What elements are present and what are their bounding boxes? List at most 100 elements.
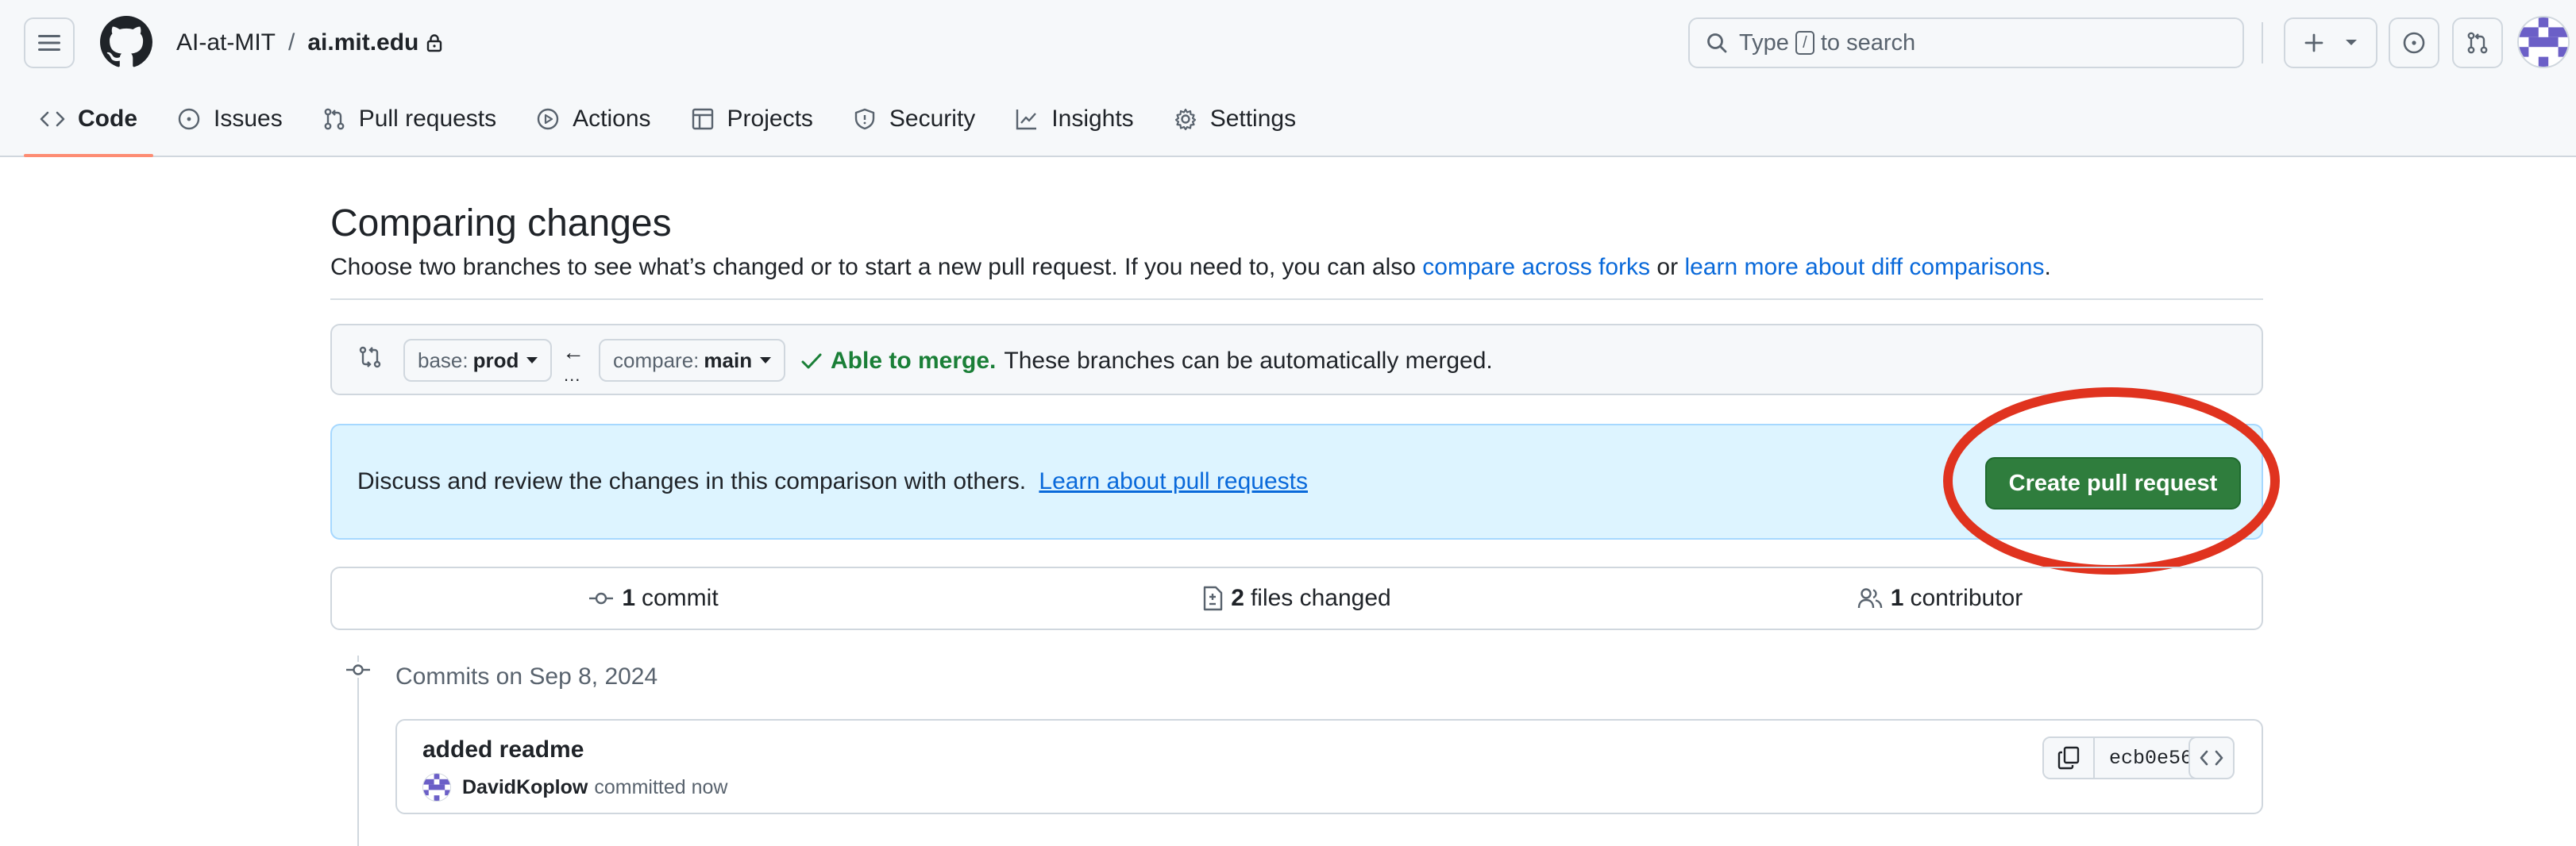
lock-icon: [426, 33, 442, 52]
repo-breadcrumb: AI-at-MIT / ai.mit.edu: [176, 25, 442, 60]
learn-diff-link[interactable]: learn more about diff comparisons: [1684, 254, 2044, 280]
range-editor: base: prod ← ... compare: main Able to m…: [330, 324, 2263, 395]
hamburger-menu-button[interactable]: [24, 17, 75, 68]
global-header: AI-at-MIT / ai.mit.edu Type / to search: [0, 0, 2576, 157]
commits-label: commit: [642, 585, 719, 611]
commit-row: added readme DavidKoplow committed now e…: [395, 719, 2263, 814]
tab-pull-requests[interactable]: Pull requests: [307, 94, 512, 144]
banner-message: Discuss and review the changes in this c…: [357, 468, 1308, 495]
tab-label: Code: [78, 106, 137, 132]
git-commit-icon: [345, 662, 372, 678]
tab-label: Projects: [727, 106, 813, 132]
git-commit-icon: [589, 592, 614, 605]
tab-label: Security: [889, 106, 976, 132]
copy-sha-button[interactable]: [2044, 738, 2095, 778]
git-pull-request-icon: [324, 108, 345, 130]
breadcrumb-separator: /: [288, 29, 295, 56]
tab-label: Issues: [214, 106, 283, 132]
base-value: prod: [472, 348, 519, 372]
search-placeholder-suffix: to search: [1820, 29, 1916, 56]
page-subtitle: Choose two branches to see what’s change…: [330, 254, 2051, 281]
header-divider: [2262, 22, 2263, 63]
copy-icon: [2057, 746, 2080, 770]
compare-value: main: [704, 348, 753, 372]
commit-message-link[interactable]: added readme: [422, 736, 584, 763]
tab-code[interactable]: Code: [24, 94, 153, 157]
code-icon: [40, 111, 65, 127]
issues-button[interactable]: [2389, 17, 2439, 68]
file-diff-icon: [1204, 586, 1223, 611]
user-avatar[interactable]: [2517, 16, 2570, 68]
merge-detail-text: These branches can be automatically merg…: [1004, 348, 1493, 374]
files-count: 2: [1231, 585, 1244, 611]
subtitle-text: Choose two branches to see what’s change…: [330, 254, 1416, 280]
search-placeholder-prefix: Type: [1739, 29, 1789, 56]
subtitle-period: .: [2044, 254, 2051, 280]
contributors-label: contributor: [1910, 585, 2023, 611]
files-label: files changed: [1250, 585, 1391, 611]
pull-requests-button[interactable]: [2452, 17, 2503, 68]
tab-actions[interactable]: Actions: [520, 94, 666, 144]
check-icon: [801, 353, 822, 369]
table-icon: [692, 108, 713, 130]
gear-icon: [1174, 108, 1196, 131]
people-icon: [1857, 588, 1882, 609]
commit-sha-group: ecb0e56: [2042, 736, 2209, 779]
compare-stats: 1 commit 2 files changed 1 contributor: [330, 567, 2263, 630]
commit-meta: DavidKoplow committed now: [422, 773, 727, 802]
issue-opened-icon: [178, 108, 200, 130]
commits-count: 1: [622, 585, 635, 611]
search-icon: [1707, 33, 1727, 53]
learn-pull-requests-link[interactable]: Learn about pull requests: [1039, 468, 1308, 494]
commit-author-link[interactable]: DavidKoplow: [462, 776, 588, 799]
plus-icon: [2304, 33, 2323, 52]
tab-security[interactable]: Security: [837, 94, 991, 144]
play-icon: [537, 108, 559, 130]
timeline-line: [357, 656, 359, 846]
issue-opened-icon: [2403, 32, 2425, 54]
tab-label: Pull requests: [358, 106, 497, 132]
contributors-count: 1: [1890, 585, 1904, 611]
tab-projects[interactable]: Projects: [675, 94, 829, 144]
search-shortcut-key: /: [1795, 31, 1814, 55]
subtitle-or: or: [1656, 254, 1679, 280]
git-pull-request-icon: [2467, 32, 2488, 54]
tab-label: Settings: [1209, 106, 1297, 132]
git-compare-icon: [359, 346, 381, 368]
contributors-tab[interactable]: 1 contributor: [1618, 568, 2262, 629]
search-input[interactable]: Type / to search: [1688, 17, 2244, 68]
browse-repo-at-commit-button[interactable]: [2188, 736, 2235, 779]
triangle-down-icon: [2346, 40, 2357, 45]
create-new-button[interactable]: [2284, 17, 2377, 68]
identicon-avatar-icon: [2519, 17, 2568, 67]
base-branch-select[interactable]: base: prod: [403, 339, 553, 382]
github-logo-icon[interactable]: [100, 16, 152, 68]
banner-text: Discuss and review the changes in this c…: [357, 468, 1027, 494]
tab-settings[interactable]: Settings: [1158, 94, 1312, 144]
arrow-left-icon: ←: [562, 340, 584, 364]
identicon-avatar-icon: [423, 774, 450, 801]
divider: [330, 298, 2263, 300]
merge-ok-text: Able to merge.: [831, 348, 997, 374]
author-avatar[interactable]: [422, 773, 451, 802]
hamburger-icon: [38, 35, 60, 51]
create-pr-banner: Discuss and review the changes in this c…: [330, 424, 2263, 540]
commits-count-tab[interactable]: 1 commit: [332, 568, 975, 629]
page-title: Comparing changes: [330, 202, 672, 244]
owner-link[interactable]: AI-at-MIT: [176, 29, 276, 56]
graph-icon: [1016, 110, 1037, 130]
base-label: base:: [418, 348, 469, 372]
tab-insights[interactable]: Insights: [999, 94, 1149, 144]
files-changed-tab[interactable]: 2 files changed: [975, 568, 1618, 629]
tab-label: Insights: [1051, 106, 1134, 132]
repo-link[interactable]: ai.mit.edu: [307, 29, 418, 56]
commits-date-heading: Commits on Sep 8, 2024: [395, 663, 658, 690]
commit-time: committed now: [594, 775, 728, 798]
compare-forks-link[interactable]: compare across forks: [1422, 254, 1650, 280]
merge-status: Able to merge. These branches can be aut…: [800, 348, 1493, 375]
shield-icon: [854, 108, 875, 130]
compare-branch-select[interactable]: compare: main: [599, 339, 786, 382]
repo-tabs: Code Issues Pull requests Actions Projec…: [24, 94, 1320, 157]
tab-issues[interactable]: Issues: [161, 94, 299, 144]
create-pull-request-button[interactable]: Create pull request: [1985, 457, 2241, 510]
